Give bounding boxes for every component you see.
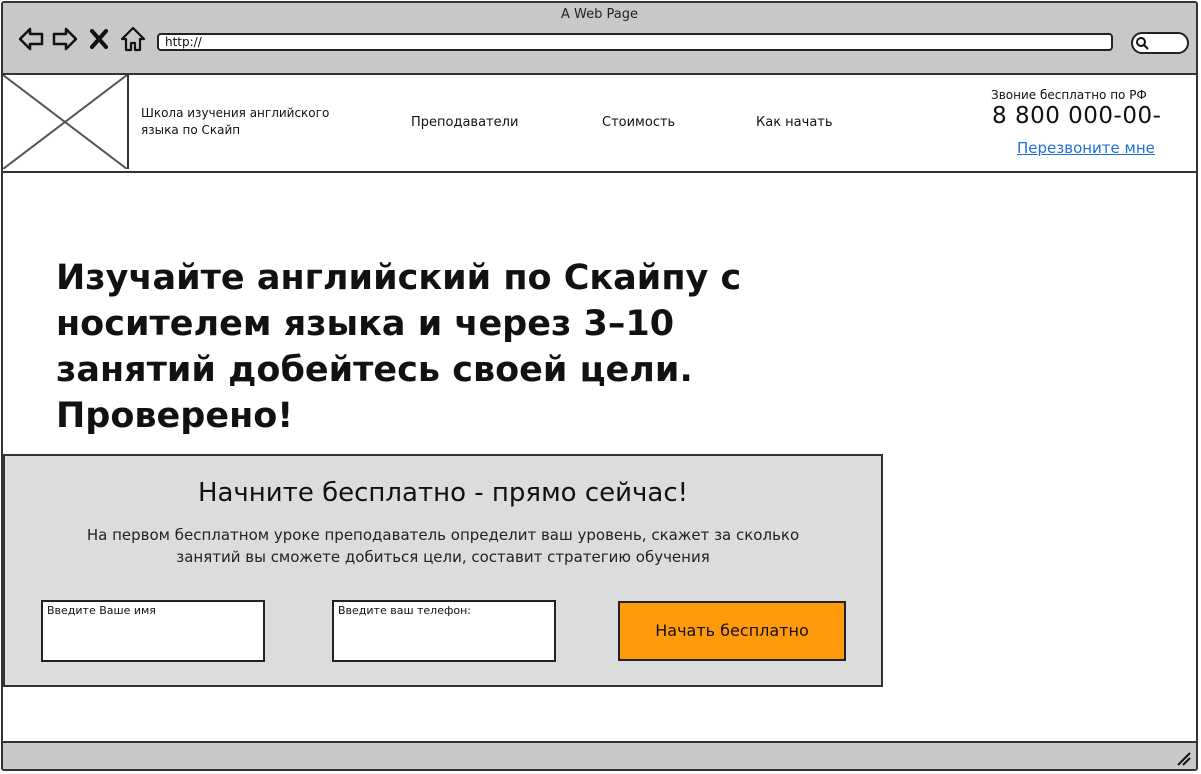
url-input[interactable]: http:// xyxy=(157,33,1113,51)
forward-arrow-icon[interactable] xyxy=(51,25,79,53)
cta-panel: Начните бесплатно - прямо сейчас! На пер… xyxy=(3,454,883,687)
phone-number: 8 800 000-00- xyxy=(992,103,1162,129)
resize-grip-icon[interactable] xyxy=(1174,749,1192,767)
logo-image-placeholder xyxy=(3,74,129,170)
cta-description: На первом бесплатном уроке преподаватель… xyxy=(86,526,800,566)
cta-title: Начните бесплатно - прямо сейчас! xyxy=(197,478,689,508)
back-arrow-icon[interactable] xyxy=(17,25,45,53)
close-icon[interactable] xyxy=(85,25,113,53)
name-input[interactable]: Введите Ваше имя xyxy=(41,600,265,662)
status-bar xyxy=(3,741,1196,769)
phone-caption: Звоние бесплатно по РФ xyxy=(991,88,1147,102)
brand-name: Школа изучения английского языка по Скай… xyxy=(141,106,330,137)
phone-input[interactable]: Введите ваш телефон: xyxy=(332,600,556,662)
search-icon xyxy=(1136,37,1149,50)
browser-window: A Web Page http:// Школа изучения англий… xyxy=(1,1,1198,771)
nav-link-pricing[interactable]: Стоимость xyxy=(602,115,675,130)
home-icon[interactable] xyxy=(119,25,147,53)
browser-search-field[interactable] xyxy=(1131,32,1189,54)
browser-chrome: A Web Page http:// xyxy=(3,3,1196,75)
start-free-button[interactable]: Начать бесплатно xyxy=(618,601,846,661)
callback-link[interactable]: Перезвоните мне xyxy=(1017,139,1155,157)
site-header: Школа изучения английского языка по Скай… xyxy=(3,74,1196,173)
nav-link-teachers[interactable]: Преподаватели xyxy=(411,115,518,130)
browser-nav-buttons xyxy=(17,25,147,53)
nav-link-how-to-start[interactable]: Как начать xyxy=(756,115,833,130)
hero-headline: Изучайте английский по Скайпу с носителе… xyxy=(56,258,742,436)
window-title: A Web Page xyxy=(561,7,638,22)
